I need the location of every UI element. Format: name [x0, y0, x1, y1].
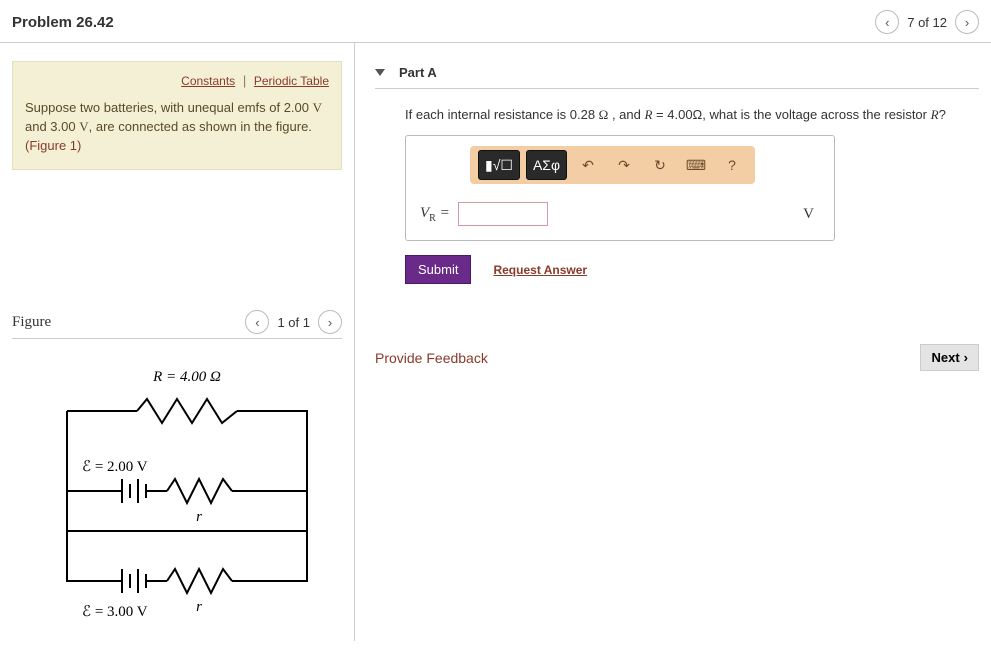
- label-emf1: ℰ = 2.00 V: [82, 459, 148, 475]
- greek-button[interactable]: ΑΣφ: [526, 150, 567, 180]
- link-separator: |: [243, 73, 246, 88]
- provide-feedback-link[interactable]: Provide Feedback: [375, 350, 488, 366]
- part-header: Part A: [375, 61, 979, 89]
- prev-problem-button[interactable]: ‹: [875, 10, 899, 34]
- figure-link[interactable]: (Figure 1): [25, 138, 81, 153]
- question-text: If each internal resistance is 0.28 Ω , …: [405, 107, 979, 123]
- answer-variable: VR =: [420, 205, 450, 224]
- answer-unit: V: [803, 206, 814, 223]
- circuit-figure: R = 4.00 Ω ℰ = 2.00 V r ℰ = 3.00 V r: [12, 339, 342, 631]
- next-figure-button[interactable]: ›: [318, 310, 342, 334]
- submit-button[interactable]: Submit: [405, 255, 471, 284]
- periodic-table-link[interactable]: Periodic Table: [254, 74, 329, 88]
- problem-nav: ‹ 7 of 12 ›: [875, 10, 979, 34]
- redo-button[interactable]: ↷: [609, 150, 639, 180]
- answer-input[interactable]: [458, 202, 548, 226]
- part-title: Part A: [399, 65, 437, 80]
- undo-button[interactable]: ↶: [573, 150, 603, 180]
- equation-toolbar: ▮√☐ ΑΣφ ↶ ↷ ↻ ⌨ ?: [470, 146, 755, 184]
- label-r2: r: [196, 599, 202, 615]
- request-answer-link[interactable]: Request Answer: [493, 263, 587, 277]
- figure-section-title: Figure: [12, 314, 51, 331]
- page-header: Problem 26.42 ‹ 7 of 12 ›: [0, 0, 991, 43]
- problem-title: Problem 26.42: [12, 14, 114, 31]
- help-button[interactable]: ?: [717, 150, 747, 180]
- template-button[interactable]: ▮√☐: [478, 150, 520, 180]
- problem-text: Suppose two batteries, with unequal emfs…: [25, 99, 329, 156]
- reset-button[interactable]: ↻: [645, 150, 675, 180]
- constants-link[interactable]: Constants: [181, 74, 235, 88]
- next-button[interactable]: Next ›: [920, 344, 979, 371]
- chevron-right-icon: ›: [964, 350, 968, 365]
- figure-counter: 1 of 1: [277, 315, 310, 330]
- collapse-icon[interactable]: [375, 69, 385, 76]
- problem-info-box: Constants | Periodic Table Suppose two b…: [12, 61, 342, 170]
- keyboard-button[interactable]: ⌨: [681, 150, 711, 180]
- prev-figure-button[interactable]: ‹: [245, 310, 269, 334]
- label-emf2: ℰ = 3.00 V: [82, 604, 148, 620]
- next-problem-button[interactable]: ›: [955, 10, 979, 34]
- problem-counter: 7 of 12: [907, 15, 947, 30]
- answer-box: ▮√☐ ΑΣφ ↶ ↷ ↻ ⌨ ? VR = V: [405, 135, 835, 241]
- label-R: R = 4.00 Ω: [152, 369, 221, 385]
- label-r1: r: [196, 509, 202, 525]
